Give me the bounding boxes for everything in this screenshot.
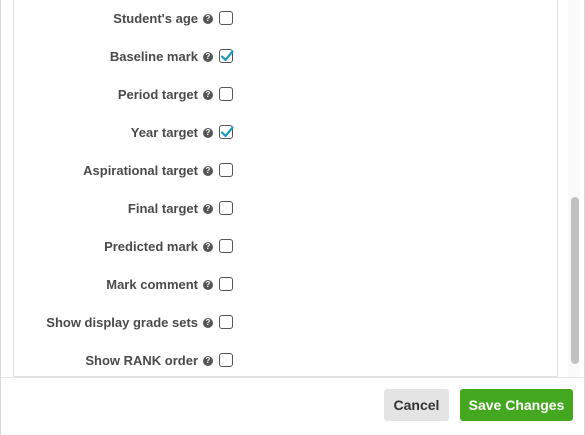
option-label: Show display grade sets	[46, 315, 198, 330]
option-row-period-target: Period target ?	[14, 85, 557, 105]
option-label: Show RANK order	[85, 353, 198, 368]
option-row-baseline-mark: Baseline mark ?	[14, 47, 557, 67]
help-icon[interactable]: ?	[203, 204, 213, 214]
option-label: Period target	[117, 87, 198, 102]
help-icon[interactable]: ?	[203, 318, 213, 328]
cancel-button[interactable]: Cancel	[384, 389, 449, 421]
option-label: Final target	[127, 201, 198, 216]
option-checkbox[interactable]	[219, 239, 233, 253]
option-row-mark-comment: Mark comment ?	[14, 275, 557, 295]
help-icon[interactable]: ?	[203, 128, 213, 138]
option-row-predicted-mark: Predicted mark ?	[14, 237, 557, 257]
help-icon[interactable]: ?	[203, 14, 213, 24]
checkmark-icon	[220, 126, 234, 138]
option-checkbox[interactable]	[219, 163, 233, 177]
option-checkbox[interactable]	[219, 49, 234, 63]
option-label: Mark comment	[106, 277, 198, 292]
option-label: Predicted mark	[104, 239, 198, 254]
option-checkbox[interactable]	[219, 87, 233, 101]
option-checkbox[interactable]	[219, 11, 233, 25]
option-label: Student's age	[113, 11, 198, 26]
help-icon[interactable]: ?	[203, 52, 213, 62]
option-label: Aspirational target	[83, 163, 198, 178]
option-checkbox[interactable]	[219, 201, 233, 215]
option-checkbox[interactable]	[219, 125, 234, 139]
option-label: Year target	[130, 125, 198, 140]
help-icon[interactable]: ?	[203, 280, 213, 290]
options-scroll-area[interactable]: Student's age ? Baseline mark ? Period t…	[13, 0, 558, 377]
option-label: Baseline mark	[109, 49, 198, 64]
option-row-students-age: Student's age ?	[14, 9, 557, 29]
help-icon[interactable]: ?	[203, 356, 213, 366]
help-icon[interactable]: ?	[203, 90, 213, 100]
scrollbar-thumb[interactable]	[571, 197, 579, 364]
save-changes-button[interactable]: Save Changes	[460, 389, 573, 421]
option-row-show-rank-order: Show RANK order ?	[14, 351, 557, 371]
help-icon[interactable]: ?	[203, 166, 213, 176]
option-row-year-target: Year target ?	[14, 123, 557, 143]
checkmark-icon	[220, 50, 234, 62]
help-icon[interactable]: ?	[203, 242, 213, 252]
option-checkbox[interactable]	[219, 353, 233, 367]
option-checkbox[interactable]	[219, 315, 233, 329]
option-row-show-display-grade-sets: Show display grade sets ?	[14, 313, 557, 333]
option-row-aspirational-target: Aspirational target ?	[14, 161, 557, 181]
option-row-final-target: Final target ?	[14, 199, 557, 219]
option-checkbox[interactable]	[219, 277, 233, 291]
settings-modal: Student's age ? Baseline mark ? Period t…	[0, 0, 585, 435]
modal-footer: Cancel Save Changes	[1, 377, 585, 435]
